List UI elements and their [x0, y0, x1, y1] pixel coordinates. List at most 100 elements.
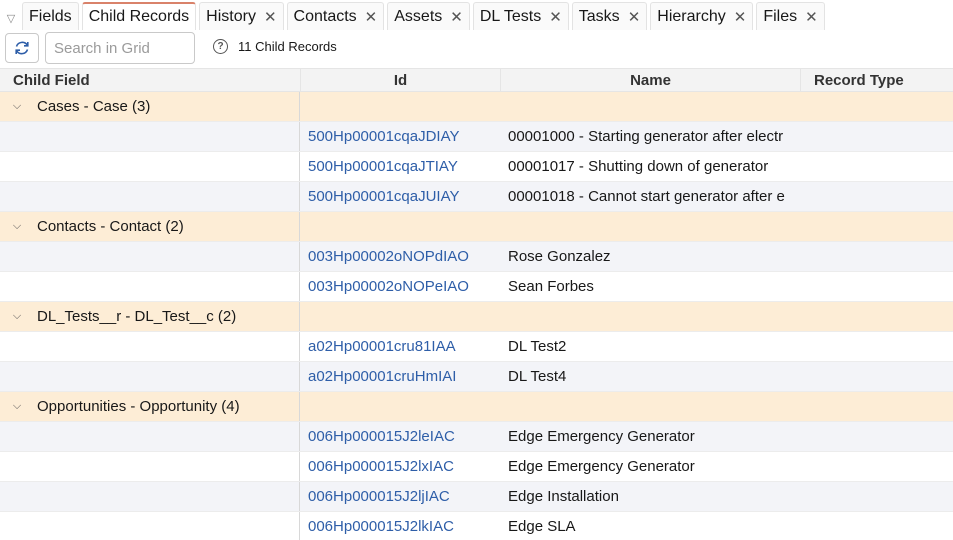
- tab-files[interactable]: Files ✕: [756, 2, 825, 30]
- child-field-cell: [0, 422, 300, 451]
- child-field-cell: [0, 272, 300, 301]
- record-id-link[interactable]: 003Hp00002oNOPdIAO: [300, 242, 500, 271]
- record-id-link[interactable]: 500Hp00001cqaJUIAY: [300, 182, 500, 211]
- child-field-cell: [0, 362, 300, 391]
- record-id-link[interactable]: 006Hp000015J2ljIAC: [300, 482, 500, 511]
- table-row[interactable]: 006Hp000015J2lxIAC Edge Emergency Generat…: [0, 452, 953, 482]
- group-label: Opportunities - Opportunity (4): [37, 398, 240, 415]
- chevron-down-icon[interactable]: ⌵: [8, 100, 26, 113]
- group-row[interactable]: ⌵ Contacts - Contact (2): [0, 212, 953, 242]
- search-input[interactable]: [45, 32, 195, 64]
- record-name-cell: Edge Emergency Generator: [508, 458, 695, 475]
- child-field-cell: [0, 242, 300, 271]
- table-row[interactable]: a02Hp00001cruHmIAI DL Test4: [0, 362, 953, 392]
- record-name-cell: Edge Installation: [508, 488, 619, 505]
- chevron-down-icon[interactable]: ⌵: [8, 220, 26, 233]
- grid-body: ⌵ Cases - Case (3) 500Hp00001cqaJDIAY 00001…: [0, 92, 953, 540]
- tab-label: DL Tests: [479, 7, 542, 25]
- record-name-cell: Sean Forbes: [508, 278, 594, 295]
- group-empty-cell: [500, 92, 800, 121]
- column-header-child-field[interactable]: Child Field: [0, 69, 300, 91]
- group-empty-cell: [800, 92, 953, 121]
- close-icon[interactable]: ✕: [365, 8, 378, 26]
- child-field-cell: [0, 482, 300, 511]
- group-empty-cell: [500, 392, 800, 421]
- tab-hierarchy[interactable]: Hierarchy ✕: [650, 2, 754, 30]
- column-header-id[interactable]: Id: [300, 69, 500, 91]
- child-field-cell: [0, 332, 300, 361]
- grid-header: Child Field Id Name Record Type: [0, 68, 953, 92]
- group-empty-cell: [500, 302, 800, 331]
- table-row[interactable]: 500Hp00001cqaJUIAY 00001018 - Cannot star…: [0, 182, 953, 212]
- child-field-cell: [0, 512, 300, 540]
- record-id-link[interactable]: 006Hp000015J2lxIAC: [300, 452, 500, 481]
- record-name-cell: 00001000 - Starting generator after elec…: [508, 128, 784, 145]
- tab-assets[interactable]: Assets ✕: [387, 2, 470, 30]
- tab-label: Files: [763, 7, 798, 25]
- group-empty-cell: [800, 212, 953, 241]
- record-type-cell: [800, 422, 953, 451]
- tab-tasks[interactable]: Tasks ✕: [571, 2, 648, 30]
- tab-label: Contacts: [293, 7, 357, 25]
- record-name-cell: Edge Emergency Generator: [508, 428, 695, 445]
- tab-contacts[interactable]: Contacts ✕: [286, 2, 385, 30]
- table-row[interactable]: a02Hp00001cru81IAA DL Test2: [0, 332, 953, 362]
- record-type-cell: [800, 452, 953, 481]
- close-icon[interactable]: ✕: [628, 8, 641, 26]
- group-empty-cell: [300, 392, 500, 421]
- column-header-name[interactable]: Name: [500, 69, 800, 91]
- tab-label: Hierarchy: [657, 7, 726, 25]
- column-header-record-type[interactable]: Record Type: [800, 69, 953, 91]
- close-icon[interactable]: ✕: [450, 8, 463, 26]
- record-type-cell: [800, 152, 953, 181]
- table-row[interactable]: 006Hp000015J2leIAC Edge Emergency Generat…: [0, 422, 953, 452]
- tab-label: History: [206, 7, 256, 25]
- record-type-cell: [800, 182, 953, 211]
- close-icon[interactable]: ✕: [734, 8, 747, 26]
- record-name-cell: Edge SLA: [508, 518, 576, 535]
- record-id-link[interactable]: a02Hp00001cruHmIAI: [300, 362, 500, 391]
- tab-fields[interactable]: Fields: [22, 2, 79, 30]
- close-icon[interactable]: ✕: [264, 8, 277, 26]
- record-type-cell: [800, 242, 953, 271]
- close-icon[interactable]: ✕: [805, 8, 818, 26]
- child-field-cell: [0, 182, 300, 211]
- group-empty-cell: [800, 392, 953, 421]
- record-name-cell: DL Test4: [508, 368, 567, 385]
- grid-toolbar: ? 11 Child Records: [0, 30, 953, 68]
- record-id-link[interactable]: 500Hp00001cqaJTIAY: [300, 152, 500, 181]
- tab-menu-icon[interactable]: ▽: [0, 0, 22, 30]
- table-row[interactable]: 500Hp00001cqaJTIAY 00001017 - Shutting do…: [0, 152, 953, 182]
- table-row[interactable]: 500Hp00001cqaJDIAY 00001000 - Starting ge…: [0, 122, 953, 152]
- tab-child-records[interactable]: Child Records: [81, 2, 197, 30]
- child-field-cell: [0, 452, 300, 481]
- table-row[interactable]: 006Hp000015J2ljIAC Edge Installation: [0, 482, 953, 512]
- group-cell: ⌵ DL_Tests__r - DL_Test__c (2): [0, 302, 300, 331]
- table-row[interactable]: 003Hp00002oNOPdIAO Rose Gonzalez: [0, 242, 953, 272]
- tab-dl-tests[interactable]: DL Tests ✕: [472, 2, 569, 30]
- chevron-down-icon[interactable]: ⌵: [8, 400, 26, 413]
- group-row[interactable]: ⌵ Opportunities - Opportunity (4): [0, 392, 953, 422]
- record-id-link[interactable]: 003Hp00002oNOPeIAO: [300, 272, 500, 301]
- tab-label: Tasks: [578, 7, 620, 25]
- record-id-link[interactable]: 006Hp000015J2leIAC: [300, 422, 500, 451]
- group-cell: ⌵ Contacts - Contact (2): [0, 212, 300, 241]
- group-label: DL_Tests__r - DL_Test__c (2): [37, 308, 237, 325]
- group-label: Cases - Case (3): [37, 98, 151, 115]
- table-row[interactable]: 003Hp00002oNOPeIAO Sean Forbes: [0, 272, 953, 302]
- refresh-button[interactable]: [5, 33, 39, 63]
- record-id-link[interactable]: a02Hp00001cru81IAA: [300, 332, 500, 361]
- group-row[interactable]: ⌵ DL_Tests__r - DL_Test__c (2): [0, 302, 953, 332]
- help-circle-icon[interactable]: ?: [213, 39, 228, 54]
- group-row[interactable]: ⌵ Cases - Case (3): [0, 92, 953, 122]
- group-empty-cell: [300, 212, 500, 241]
- record-id-link[interactable]: 500Hp00001cqaJDIAY: [300, 122, 500, 151]
- chevron-down-icon[interactable]: ⌵: [8, 310, 26, 323]
- tab-list: Fields Child Records History ✕ Contacts ✕ Asse…: [22, 0, 828, 30]
- close-icon[interactable]: ✕: [549, 8, 562, 26]
- record-count-label: 11 Child Records: [238, 39, 337, 54]
- tab-history[interactable]: History ✕: [199, 2, 284, 30]
- record-id-link[interactable]: 006Hp000015J2lkIAC: [300, 512, 500, 540]
- record-type-cell: [800, 122, 953, 151]
- table-row[interactable]: 006Hp000015J2lkIAC Edge SLA: [0, 512, 953, 540]
